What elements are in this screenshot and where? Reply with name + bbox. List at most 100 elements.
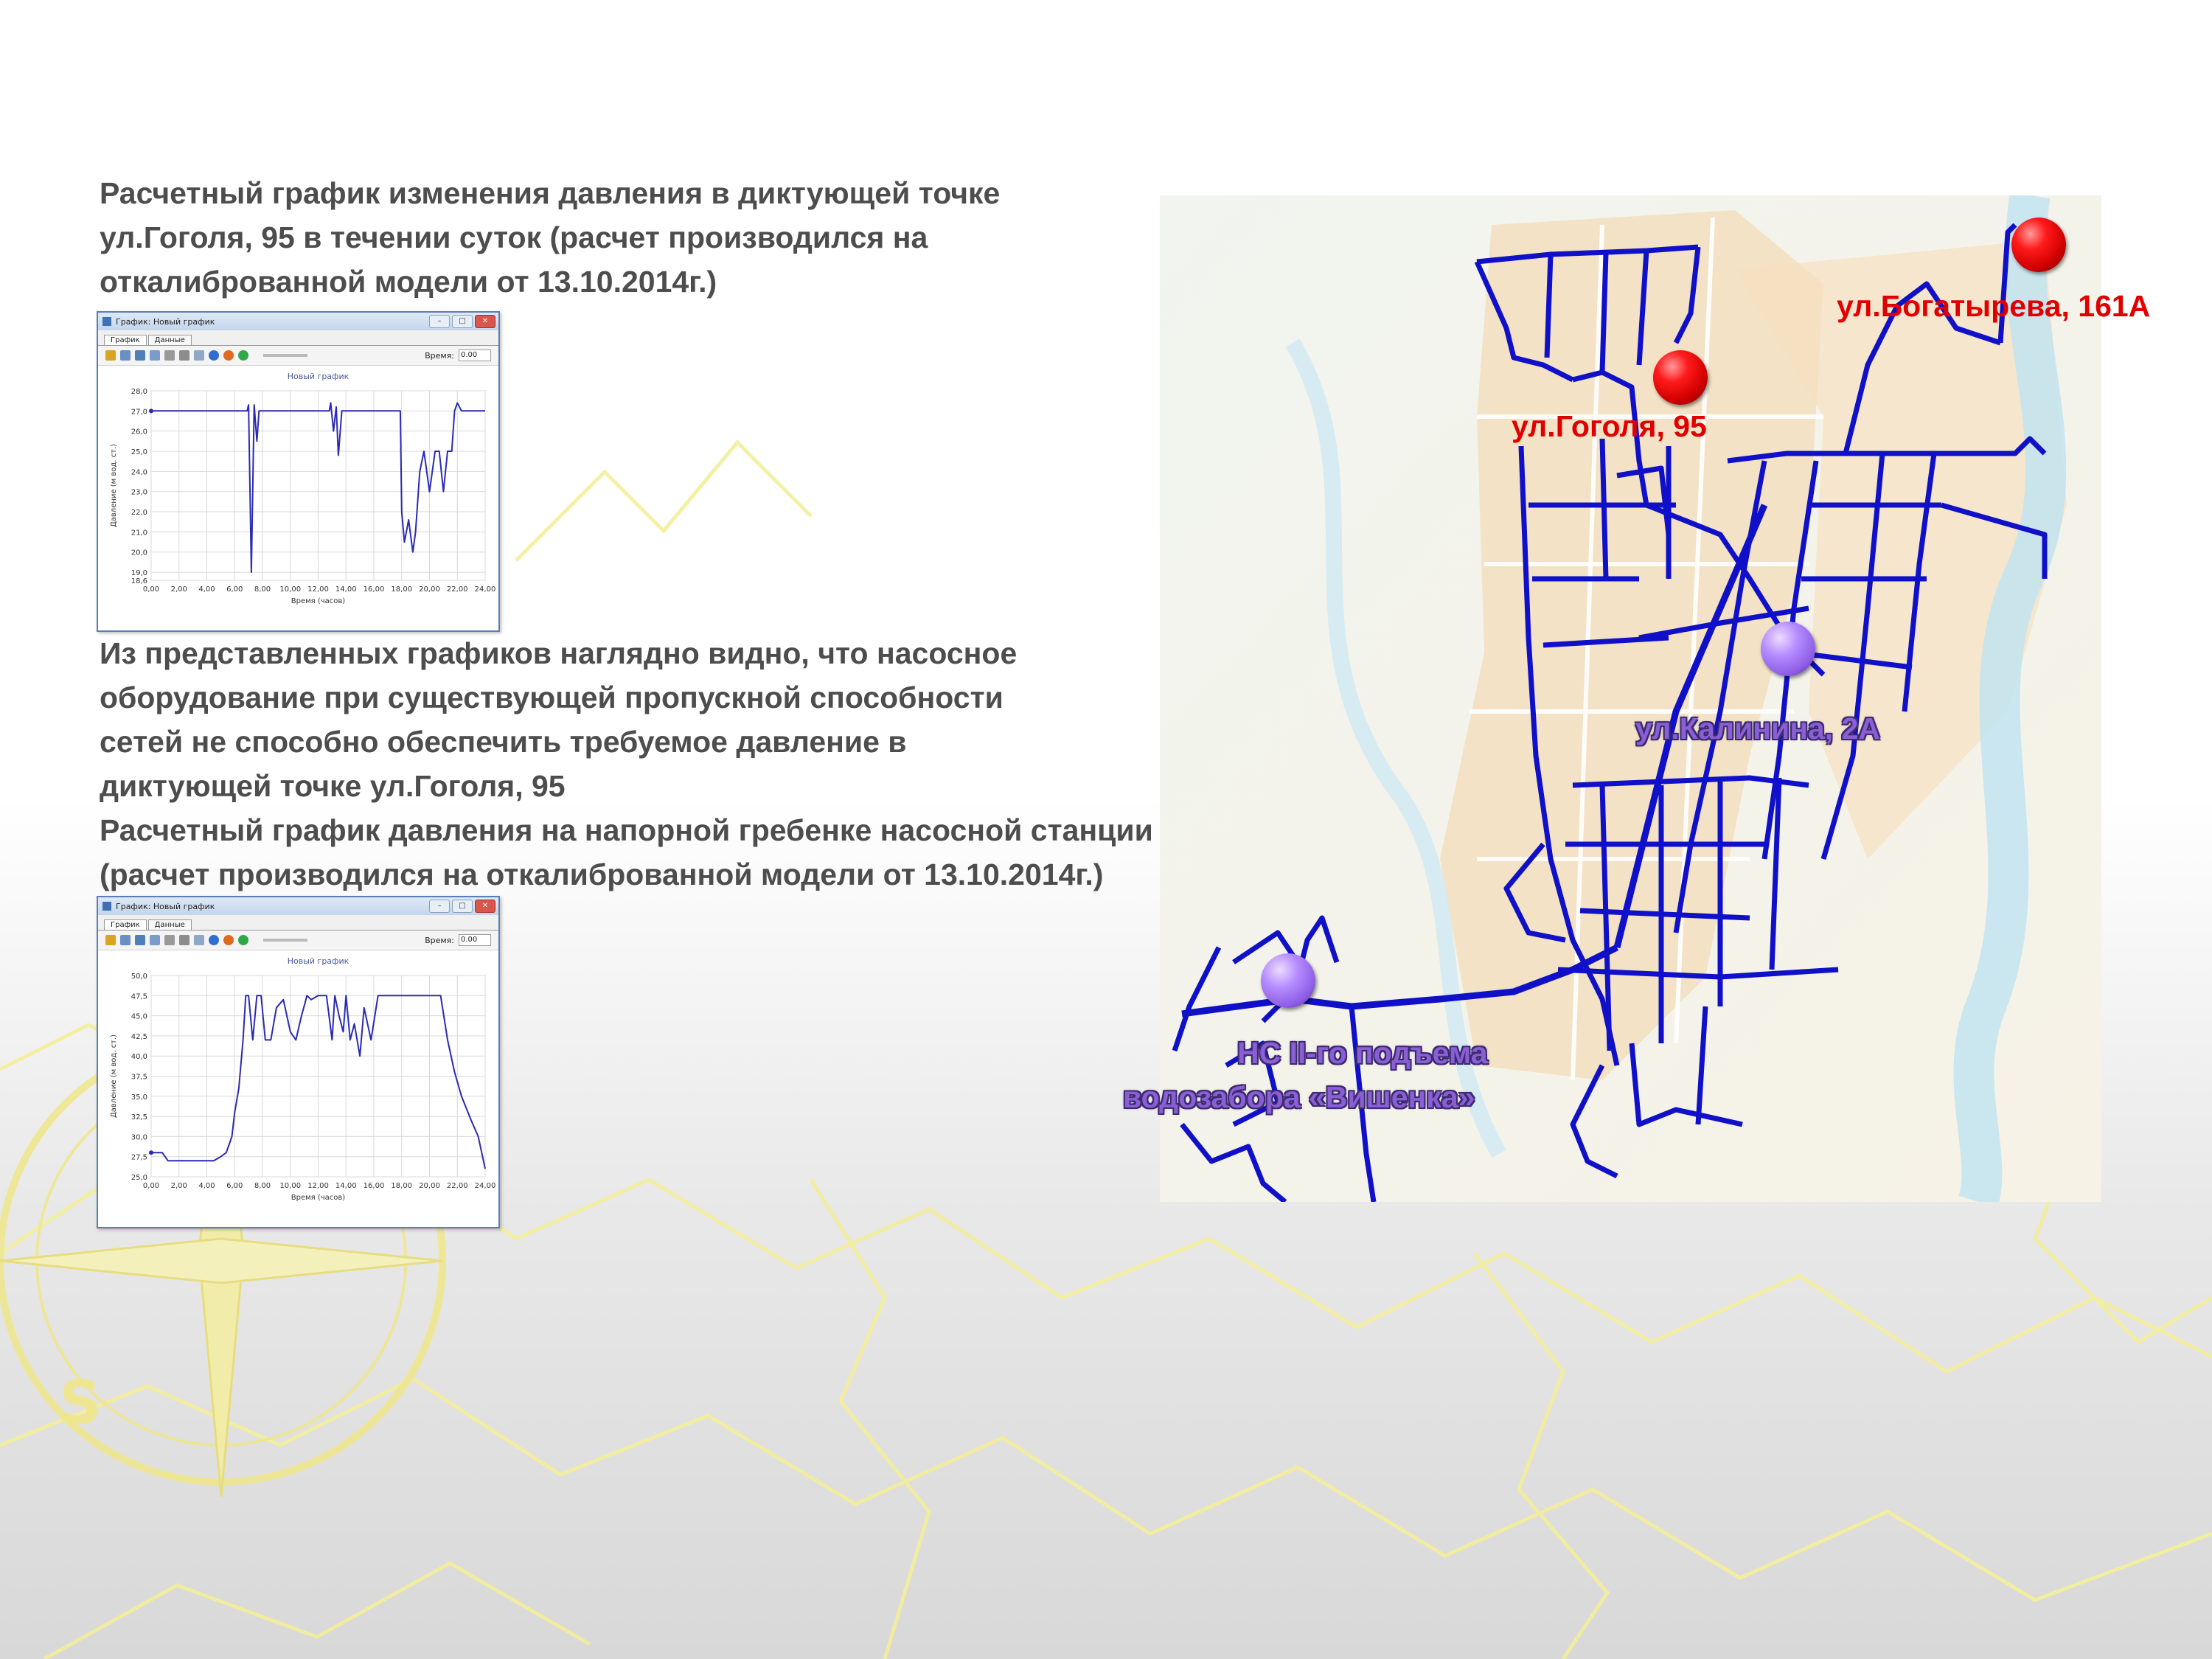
tab-data[interactable]: Данные	[147, 919, 192, 930]
play-back-icon[interactable]	[209, 935, 219, 945]
minimize-button[interactable]: –	[429, 900, 450, 913]
minimize-button[interactable]: –	[429, 315, 450, 328]
y-tick-label: 50,0	[131, 973, 147, 981]
series-start-point	[149, 408, 153, 414]
x-tick-label: 2,00	[171, 585, 187, 594]
x-tick-label: 6,00	[226, 585, 243, 594]
x-tick-label: 16,00	[364, 585, 385, 594]
x-tick-label: 18,00	[391, 1182, 412, 1190]
svg-text:S: S	[59, 1368, 102, 1437]
x-tick-label: 8,00	[254, 585, 271, 594]
tab-data[interactable]: Данные	[147, 335, 192, 345]
intro-text: Расчетный график изменения давления в ди…	[100, 171, 1000, 304]
x-tick-label: 20,00	[419, 585, 440, 594]
conclusion-line-1: Из представленных графиков наглядно видн…	[100, 636, 1018, 670]
window-title: График: Новый график	[116, 901, 215, 911]
time-input[interactable]: 0.00	[459, 349, 491, 361]
save-icon[interactable]	[120, 935, 131, 945]
x-tick-label: 12,00	[307, 585, 329, 594]
x-tick-label: 14,00	[335, 585, 357, 594]
marker-bogatyreva[interactable]	[2011, 218, 2066, 272]
y-tick-label: 45,0	[131, 1013, 147, 1021]
table-icon[interactable]	[150, 935, 160, 945]
open-icon[interactable]	[105, 350, 116, 361]
x-tick-label: 24,00	[475, 1182, 495, 1190]
tab-graph[interactable]: График	[104, 335, 147, 345]
x-tick-label: 4,00	[198, 1182, 215, 1190]
x-tick-label: 20,00	[419, 1182, 440, 1190]
export-icon[interactable]	[194, 935, 204, 945]
conclusion-line-3: сетей не способно обеспечить требуемое д…	[100, 725, 907, 759]
save-icon[interactable]	[120, 350, 131, 361]
x-tick-label: 22,00	[447, 1182, 468, 1190]
pressure-chart-pump-station: Новый график 50,0 47,5 45,0 42,5 40,0 37,5 35,0…	[98, 950, 495, 1209]
label-bogatyreva: ул.Богатырева, 161А	[1837, 289, 2151, 323]
close-button[interactable]: ✕	[475, 315, 495, 328]
print-icon[interactable]	[164, 935, 175, 945]
time-slider[interactable]	[263, 939, 307, 942]
print-icon[interactable]	[164, 350, 175, 361]
tab-graph[interactable]: График	[104, 919, 147, 930]
close-button[interactable]: ✕	[475, 900, 495, 913]
y-tick-label: 23,0	[131, 489, 147, 497]
y-tick-label: 32,5	[131, 1113, 147, 1121]
y-tick-label: 19,0	[131, 569, 147, 577]
conclusion-line-6: (расчет производился на откалиброванной …	[100, 858, 1104, 891]
x-tick-label: 24,00	[475, 585, 495, 594]
y-tick-label: 30,0	[131, 1133, 147, 1141]
graph-window-gogolya: График: Новый график – □ ✕ График Данные…	[97, 311, 500, 632]
y-tick-label: 26,0	[131, 428, 147, 437]
stop-icon[interactable]	[223, 935, 234, 945]
x-tick-label: 8,00	[254, 1182, 271, 1190]
y-tick-label: 21,0	[131, 529, 147, 537]
export-icon[interactable]	[194, 350, 204, 361]
y-tick-label: 24,0	[131, 468, 147, 476]
copy-icon[interactable]	[179, 935, 189, 945]
time-label: Время:	[425, 350, 454, 361]
window-titlebar[interactable]: График: Новый график – □ ✕	[98, 897, 498, 915]
chart-type-icon[interactable]	[135, 350, 145, 361]
x-tick-label: 2,00	[171, 1182, 187, 1190]
x-axis-label: Время (часов)	[291, 1194, 346, 1202]
x-tick-label: 12,00	[307, 1182, 329, 1190]
x-tick-label: 6,00	[226, 1182, 243, 1190]
play-back-icon[interactable]	[209, 350, 219, 361]
play-icon[interactable]	[238, 350, 248, 361]
time-input[interactable]: 0.00	[459, 934, 491, 946]
x-tick-label: 16,00	[364, 1182, 385, 1190]
pressure-chart-gogolya: Новый график 28,0 27,0 26,0 25,0 24,0 23,0 22,0…	[98, 366, 495, 613]
y-tick-label: 27,5	[131, 1154, 147, 1162]
chart-app-icon	[102, 317, 111, 326]
y-tick-label: 27,0	[131, 408, 147, 416]
chart-type-icon[interactable]	[135, 935, 145, 945]
open-icon[interactable]	[105, 935, 116, 945]
time-label: Время:	[425, 935, 454, 945]
y-tick-label: 35,0	[131, 1093, 147, 1102]
y-tick-label: 37,5	[131, 1074, 147, 1082]
copy-icon[interactable]	[179, 350, 189, 361]
time-slider[interactable]	[263, 354, 307, 357]
marker-gogolya[interactable]	[1653, 350, 1708, 405]
window-title: График: Новый график	[116, 316, 215, 327]
y-tick-label: 18,6	[131, 577, 147, 585]
y-tick-label: 25,0	[131, 1174, 147, 1182]
x-tick-label: 10,00	[279, 1182, 301, 1190]
y-axis-label: Давление (м вод. ст.)	[110, 1034, 118, 1118]
stop-icon[interactable]	[223, 350, 234, 361]
y-tick-label: 40,0	[131, 1053, 147, 1061]
y-axis-label: Давление (м вод. ст.)	[110, 444, 118, 527]
maximize-button[interactable]: □	[452, 315, 473, 328]
x-tick-label: 22,00	[447, 585, 468, 594]
window-titlebar[interactable]: График: Новый график – □ ✕	[98, 313, 498, 330]
table-icon[interactable]	[150, 350, 160, 361]
maximize-button[interactable]: □	[452, 900, 473, 913]
marker-pump-station[interactable]	[1261, 953, 1315, 1008]
x-tick-label: 14,00	[335, 1182, 357, 1190]
conclusion-line-2: оборудование при существующей пропускной…	[100, 681, 1004, 714]
series-start-point	[149, 1150, 153, 1155]
marker-kalinina[interactable]	[1761, 622, 1815, 676]
graph-window-pump-station: График: Новый график – □ ✕ График Данные…	[97, 896, 500, 1228]
y-tick-label: 22,0	[131, 509, 147, 517]
chart-app-icon	[102, 902, 111, 911]
play-icon[interactable]	[238, 935, 248, 945]
